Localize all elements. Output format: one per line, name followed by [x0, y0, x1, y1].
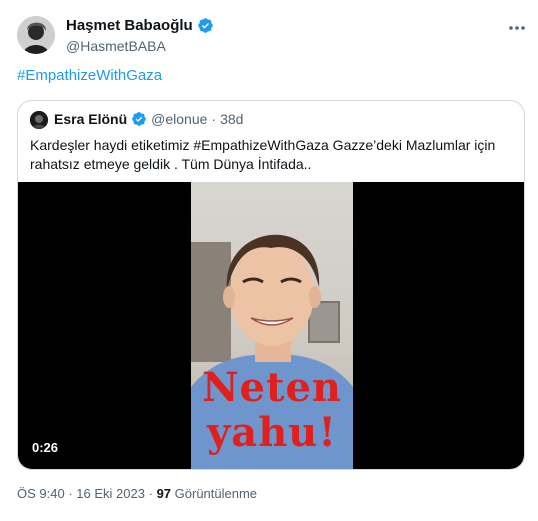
tweet-meta: ÖS 9:40 · 16 Eki 2023 · 97 Görüntülenme: [17, 486, 257, 501]
meta-separator: ·: [68, 486, 73, 501]
tweet-date[interactable]: 16 Eki 2023: [76, 486, 145, 501]
tweet-hashtag[interactable]: #EmpathizeWithGaza: [17, 67, 162, 84]
quoted-author-handle: @elonue: [151, 111, 208, 127]
author-handle[interactable]: @HasmetBABA: [66, 38, 166, 54]
author-avatar[interactable]: [17, 16, 55, 54]
quoted-separator: ·: [211, 111, 217, 127]
video-duration: 0:26: [32, 440, 59, 455]
verified-badge-icon: [197, 18, 213, 33]
tweet: Haşmet Babaoğlu @HasmetBABA #EmpathizeWi…: [0, 0, 538, 521]
more-button[interactable]: [505, 18, 529, 38]
quoted-header: Esra Elönü @elonue · 38d: [54, 111, 243, 127]
author-name[interactable]: Haşmet Babaoğlu: [66, 17, 214, 34]
quoted-avatar-image: [30, 111, 48, 129]
views-label: Görüntülenme: [174, 486, 258, 501]
views-count: 97: [156, 486, 172, 501]
verified-badge-icon: [132, 112, 146, 126]
author-name-text: Haşmet Babaoğlu: [66, 17, 193, 34]
more-icon: [509, 26, 525, 30]
avatar-image: [17, 16, 55, 54]
video-caption-line1: Neten: [201, 364, 343, 411]
quoted-author-avatar[interactable]: [30, 111, 48, 129]
video-frame: Neten yahu!: [191, 182, 353, 469]
tweet-time[interactable]: ÖS 9:40: [17, 486, 65, 501]
meta-separator: ·: [148, 486, 153, 501]
quoted-time[interactable]: 38d: [220, 111, 243, 127]
video-caption-line2: yahu!: [207, 409, 337, 456]
video-player[interactable]: Neten yahu! 0:26: [18, 182, 524, 469]
quoted-tweet-card[interactable]: Esra Elönü @elonue · 38d Kardeşler haydi…: [17, 100, 525, 470]
quoted-tweet-text: Kardeşler haydi etiketimiz #EmpathizeWit…: [30, 137, 496, 172]
quoted-author-name[interactable]: Esra Elönü: [54, 111, 127, 127]
